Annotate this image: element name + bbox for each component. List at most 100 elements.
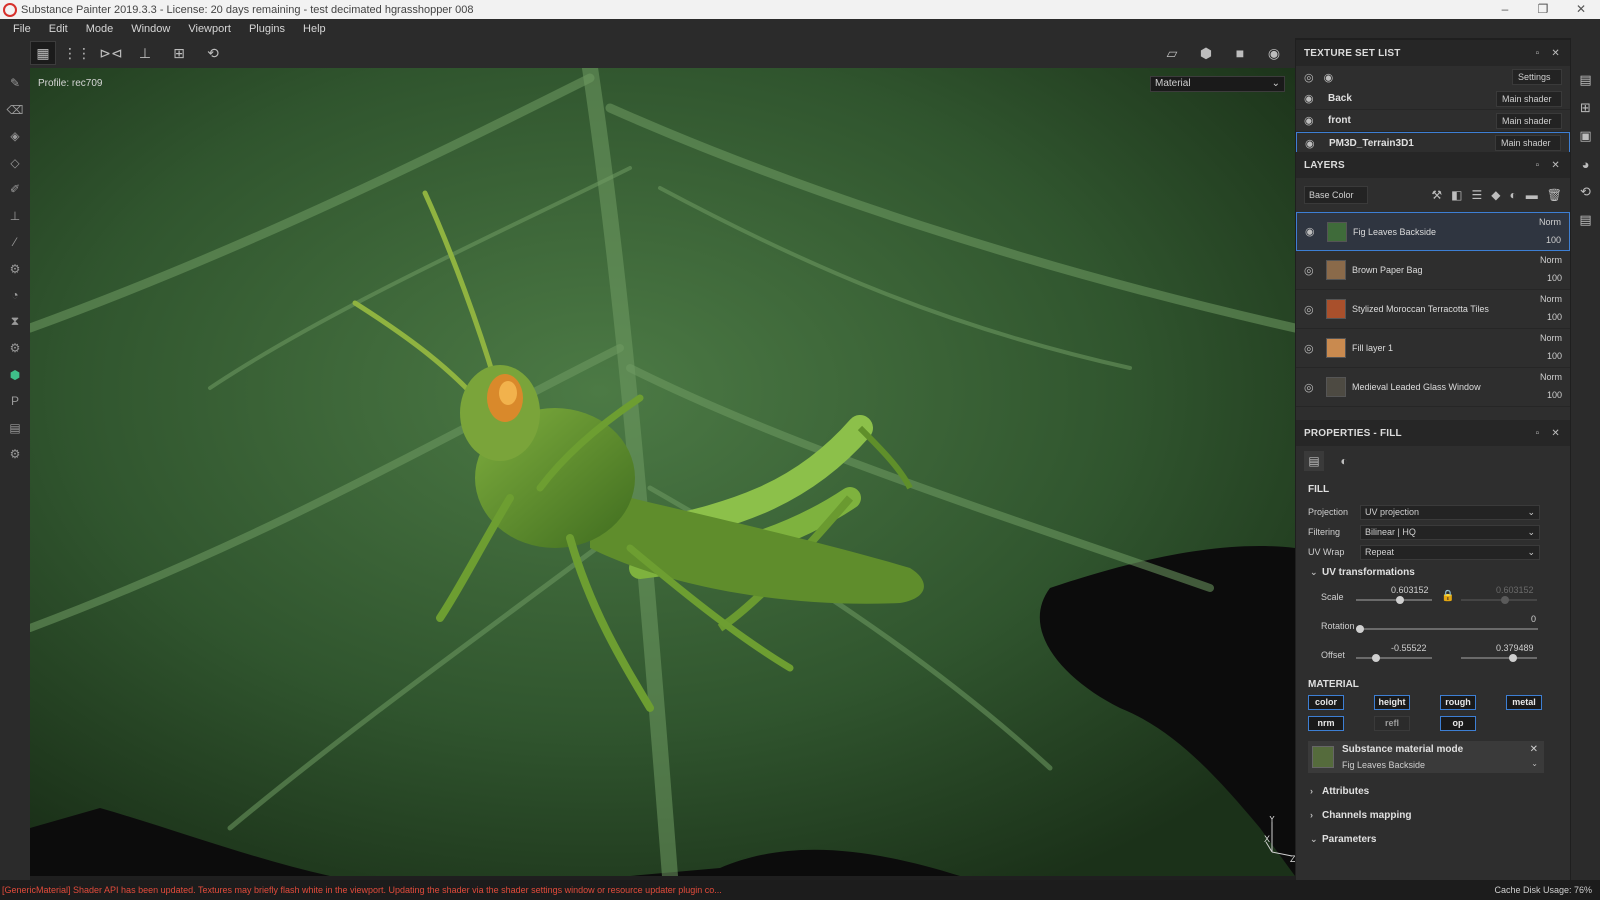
add-smart-material-icon[interactable]: ◐ bbox=[1510, 188, 1517, 202]
maximize-button[interactable]: ❐ bbox=[1524, 0, 1562, 19]
history-dock-icon[interactable]: ⟲ bbox=[1576, 182, 1596, 202]
close-panel-icon[interactable]: ✕ bbox=[1551, 428, 1560, 439]
add-effect-icon[interactable]: ⚒ bbox=[1431, 188, 1442, 202]
offset-y-value[interactable]: 0.379489 bbox=[1496, 643, 1534, 653]
plugin-gear-icon[interactable]: ⚙ bbox=[4, 443, 26, 465]
blend-mode[interactable]: Norm bbox=[1540, 372, 1562, 382]
eye-icon[interactable]: ◉ bbox=[1324, 71, 1334, 84]
eye-icon[interactable]: ◎ bbox=[1304, 342, 1318, 355]
camera-video-icon[interactable]: ■ bbox=[1227, 41, 1253, 65]
add-mask-icon[interactable]: ◧ bbox=[1451, 188, 1462, 202]
menu-file[interactable]: File bbox=[4, 23, 40, 35]
projection-icon[interactable]: ◈ bbox=[4, 125, 26, 147]
float-panel-icon[interactable]: ▫ bbox=[1536, 160, 1540, 171]
remove-material-icon[interactable]: ✕ bbox=[1530, 744, 1538, 755]
color-channel-toggle[interactable]: color bbox=[1308, 695, 1344, 710]
bake-icon[interactable]: ◔ bbox=[4, 284, 26, 306]
eye-icon[interactable]: ◉ bbox=[1304, 92, 1320, 105]
hourglass-icon[interactable]: ⧗ bbox=[4, 311, 26, 333]
layer-opacity[interactable]: 100 bbox=[1547, 351, 1562, 361]
display-mode-select[interactable]: Material ⌄ bbox=[1150, 76, 1285, 92]
projection-select[interactable]: UV projection ⌄ bbox=[1360, 504, 1540, 520]
display-settings-icon[interactable]: ▣ bbox=[1576, 126, 1596, 146]
delete-layer-icon[interactable]: 🗑 bbox=[1547, 188, 1562, 202]
settings-dropdown[interactable]: Settings bbox=[1512, 69, 1562, 85]
close-panel-icon[interactable]: ✕ bbox=[1551, 48, 1560, 59]
chevron-down-icon[interactable]: ⌄ bbox=[1531, 759, 1538, 768]
rotation-slider-handle[interactable] bbox=[1356, 625, 1364, 633]
shader-settings-icon[interactable]: ◕ bbox=[1576, 154, 1596, 174]
grid-select-icon[interactable]: ⋮⋮ bbox=[63, 41, 91, 65]
layer-row[interactable]: ◎ Stylized Moroccan Terracotta Tiles Nor… bbox=[1296, 290, 1570, 329]
photoshop-export-icon[interactable]: P bbox=[4, 390, 26, 412]
layer-opacity[interactable]: 100 bbox=[1547, 390, 1562, 400]
texture-set-row-selected[interactable]: ◉ PM3D_Terrain3D1 Main shader bbox=[1296, 132, 1570, 154]
align-icon[interactable]: ⊞ bbox=[166, 41, 192, 65]
lock-icon[interactable]: 🔒 bbox=[1441, 589, 1455, 602]
brush-settings-icon[interactable]: ⚙ bbox=[4, 337, 26, 359]
offset-x-slider-handle[interactable] bbox=[1372, 654, 1380, 662]
shelf-icon[interactable]: ▤ bbox=[1576, 70, 1596, 90]
uv-tiles-icon[interactable]: ▦ bbox=[30, 41, 56, 65]
view-3d-icon[interactable]: ⬢ bbox=[1193, 41, 1219, 65]
menu-window[interactable]: Window bbox=[122, 23, 179, 35]
layer-opacity[interactable]: 100 bbox=[1547, 312, 1562, 322]
nrm-channel-toggle[interactable]: nrm bbox=[1308, 716, 1344, 731]
polygon-fill-icon[interactable]: ◇ bbox=[4, 152, 26, 174]
document-icon[interactable]: ▤ bbox=[4, 417, 26, 439]
material-tab-icon[interactable]: ◐ bbox=[1334, 451, 1354, 471]
eraser-icon[interactable]: ⌫ bbox=[4, 99, 26, 121]
texture-set-row[interactable]: ◉ Back Main shader bbox=[1296, 88, 1570, 110]
float-panel-icon[interactable]: ▫ bbox=[1536, 428, 1540, 439]
clone-stamp-icon[interactable]: ⊥ bbox=[4, 205, 26, 227]
layer-row[interactable]: ◎ Medieval Leaded Glass Window Norm 100 bbox=[1296, 368, 1570, 407]
blend-mode[interactable]: Norm bbox=[1539, 217, 1561, 227]
channel-select[interactable]: Base Color bbox=[1304, 186, 1368, 204]
shader-dropdown[interactable]: Main shader bbox=[1496, 112, 1562, 129]
rotation-slider-track[interactable] bbox=[1356, 628, 1538, 630]
visibility-toggle-icon[interactable]: ◎ bbox=[1304, 71, 1314, 84]
shader-dropdown[interactable]: Main shader bbox=[1495, 135, 1561, 151]
texture-set-row[interactable]: ◉ front Main shader bbox=[1296, 110, 1570, 132]
menu-viewport[interactable]: Viewport bbox=[179, 23, 240, 35]
paint-brush-icon[interactable]: ✎ bbox=[4, 72, 26, 94]
eye-icon[interactable]: ◉ bbox=[1305, 225, 1319, 238]
menu-mode[interactable]: Mode bbox=[77, 23, 123, 35]
scale-slider-handle[interactable] bbox=[1396, 596, 1404, 604]
offset-y-slider-handle[interactable] bbox=[1509, 654, 1517, 662]
menu-plugins[interactable]: Plugins bbox=[240, 23, 294, 35]
fill-properties-tab-icon[interactable]: ▤ bbox=[1304, 451, 1324, 471]
height-channel-toggle[interactable]: height bbox=[1374, 695, 1410, 710]
log-icon[interactable]: ▤ bbox=[1576, 210, 1596, 230]
substance-source-icon[interactable]: ⬢ bbox=[4, 364, 26, 386]
uvwrap-select[interactable]: Repeat ⌄ bbox=[1360, 544, 1540, 560]
offset-y-slider-track[interactable] bbox=[1461, 657, 1537, 659]
layer-row[interactable]: ◎ Fill layer 1 Norm 100 bbox=[1296, 329, 1570, 368]
layer-row-selected[interactable]: ◉ Fig Leaves Backside Norm 100 bbox=[1296, 212, 1570, 251]
layer-opacity[interactable]: 100 bbox=[1547, 273, 1562, 283]
menu-edit[interactable]: Edit bbox=[40, 23, 77, 35]
metal-channel-toggle[interactable]: metal bbox=[1506, 695, 1542, 710]
rotation-value[interactable]: 0 bbox=[1531, 614, 1536, 624]
op-channel-toggle[interactable]: op bbox=[1440, 716, 1476, 731]
refl-channel-toggle[interactable]: refl bbox=[1374, 716, 1410, 731]
channels-mapping-toggle[interactable]: › Channels mapping bbox=[1296, 803, 1570, 827]
offset-x-slider-track[interactable] bbox=[1356, 657, 1432, 659]
menu-help[interactable]: Help bbox=[294, 23, 335, 35]
shader-dropdown[interactable]: Main shader bbox=[1496, 90, 1562, 107]
3d-viewport[interactable]: Profile: rec709 Material ⌄ Y X Z bbox=[30, 68, 1295, 876]
eye-icon[interactable]: ◎ bbox=[1304, 381, 1318, 394]
view-2d-icon[interactable]: ▱ bbox=[1159, 41, 1185, 65]
history-icon[interactable]: ⟲ bbox=[200, 41, 226, 65]
layers-dock-icon[interactable]: ⊞ bbox=[1576, 98, 1596, 118]
mirror-y-icon[interactable]: ⊥ bbox=[132, 41, 158, 65]
eye-icon[interactable]: ◉ bbox=[1304, 114, 1320, 127]
scale-slider-track[interactable] bbox=[1356, 599, 1432, 601]
offset-x-value[interactable]: -0.55522 bbox=[1391, 643, 1427, 653]
close-panel-icon[interactable]: ✕ bbox=[1551, 160, 1560, 171]
float-panel-icon[interactable]: ▫ bbox=[1536, 48, 1540, 59]
rough-channel-toggle[interactable]: rough bbox=[1440, 695, 1476, 710]
scale-value[interactable]: 0.603152 bbox=[1391, 585, 1429, 595]
smudge-icon[interactable]: ✐ bbox=[4, 178, 26, 200]
settings-gear-icon[interactable]: ⚙ bbox=[4, 258, 26, 280]
